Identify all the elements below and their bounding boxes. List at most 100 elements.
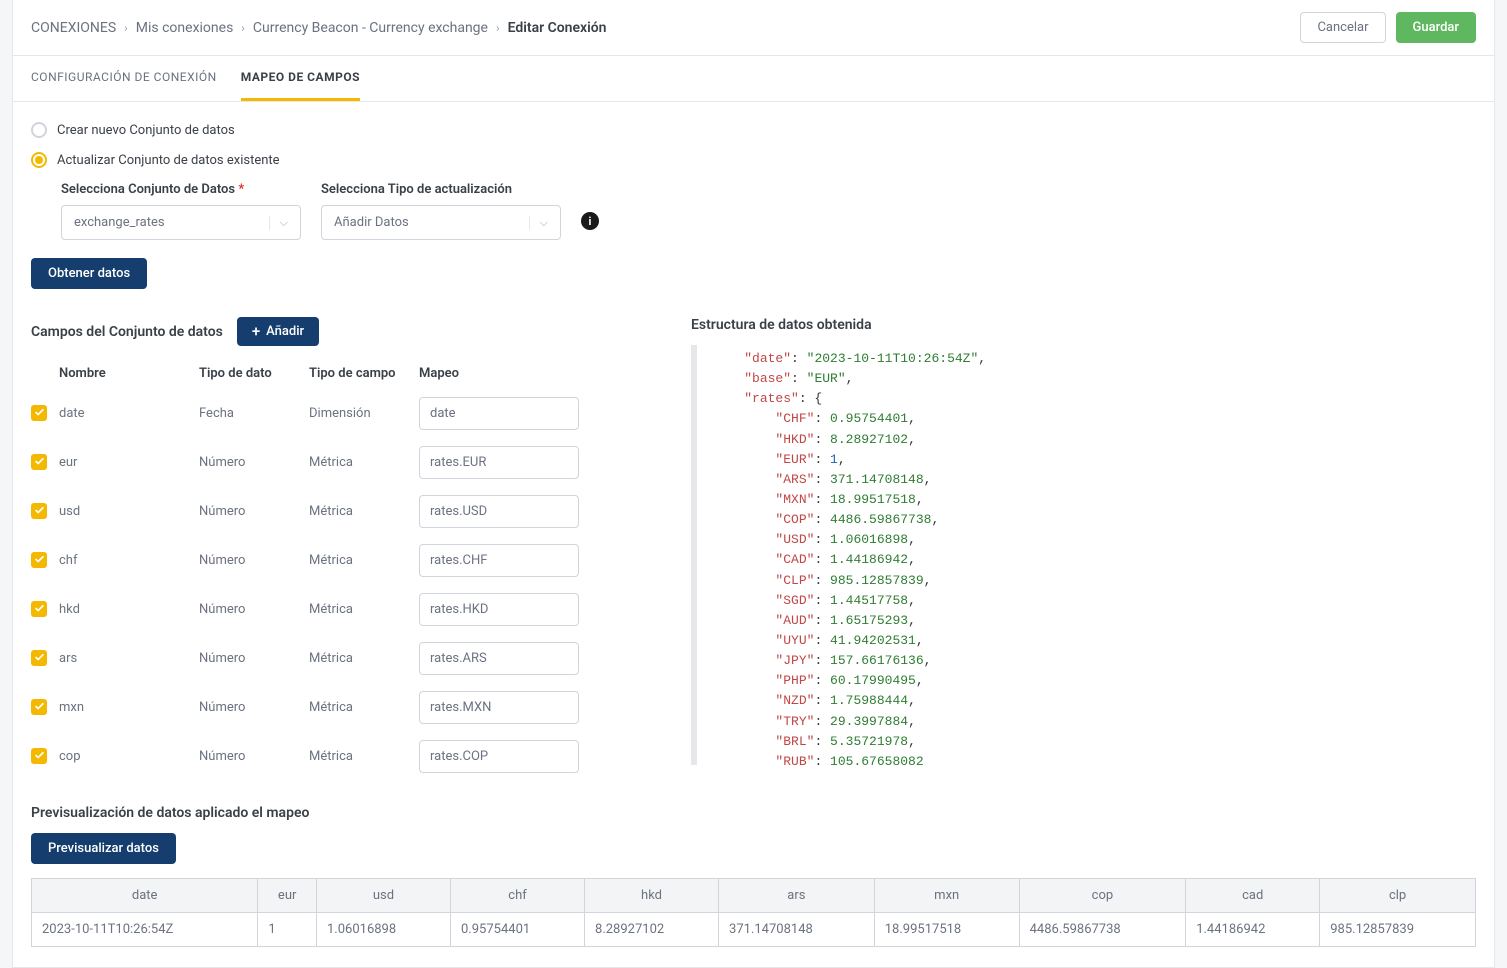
field-row: copNúmeroMétrica (31, 732, 651, 781)
field-datatype: Número (199, 504, 309, 519)
select-update-type-value: Añadir Datos (334, 215, 409, 230)
field-fieldtype: Métrica (309, 700, 419, 715)
field-row: hkdNúmeroMétrica (31, 585, 651, 634)
field-fieldtype: Métrica (309, 602, 419, 617)
field-mapping-input[interactable] (419, 544, 579, 577)
preview-col-header: mxn (874, 879, 1019, 913)
breadcrumb-current: Editar Conexión (508, 20, 607, 36)
select-update-type[interactable]: Añadir Datos ⌵ (321, 205, 561, 240)
field-datatype: Número (199, 651, 309, 666)
preview-cell: 0.95754401 (451, 913, 585, 947)
field-row: eurNúmeroMétrica (31, 438, 651, 487)
field-name: chf (59, 553, 199, 568)
preview-data-button[interactable]: Previsualizar datos (31, 833, 176, 864)
structure-section-title: Estructura de datos obtenida (691, 317, 872, 333)
field-fieldtype: Métrica (309, 504, 419, 519)
col-fieldtype: Tipo de campo (309, 366, 419, 381)
field-name: mxn (59, 700, 199, 715)
field-checkbox[interactable] (31, 650, 47, 666)
field-row: usdNúmeroMétrica (31, 487, 651, 536)
json-structure-panel[interactable]: "date": "2023-10-11T10:26:54Z", "base": … (691, 345, 1476, 765)
plus-icon: + (252, 324, 260, 339)
preview-table: dateeurusdchfhkdarsmxncopcadclp 2023-10-… (31, 878, 1476, 947)
field-fieldtype: Métrica (309, 651, 419, 666)
field-name: eur (59, 455, 199, 470)
radio-create-label: Crear nuevo Conjunto de datos (57, 123, 235, 138)
field-fieldtype: Métrica (309, 553, 419, 568)
preview-cell: 985.12857839 (1320, 913, 1476, 947)
field-fieldtype: Métrica (309, 749, 419, 764)
field-datatype: Número (199, 700, 309, 715)
preview-cell: 371.14708148 (719, 913, 875, 947)
field-name: usd (59, 504, 199, 519)
field-datatype: Número (199, 749, 309, 764)
chevron-right-icon: › (241, 21, 245, 35)
field-mapping-input[interactable] (419, 397, 579, 430)
get-data-button[interactable]: Obtener datos (31, 258, 147, 289)
field-mapping-input[interactable] (419, 740, 579, 773)
radio-update-label: Actualizar Conjunto de datos existente (57, 153, 280, 168)
field-name: cop (59, 749, 199, 764)
fields-section-title: Campos del Conjunto de datos (31, 324, 223, 340)
cancel-button[interactable]: Cancelar (1300, 12, 1385, 43)
field-mapping-input[interactable] (419, 691, 579, 724)
breadcrumb-level1[interactable]: Mis conexiones (136, 20, 234, 36)
add-field-button[interactable]: + Añadir (237, 317, 319, 346)
preview-col-header: usd (316, 879, 450, 913)
field-checkbox[interactable] (31, 405, 47, 421)
radio-update-dataset[interactable] (31, 152, 47, 168)
select-dataset[interactable]: exchange_rates ⌵ (61, 205, 301, 240)
field-name: hkd (59, 602, 199, 617)
preview-col-header: date (32, 879, 258, 913)
preview-cell: 1 (258, 913, 317, 947)
field-datatype: Número (199, 455, 309, 470)
select-update-type-label: Selecciona Tipo de actualización (321, 182, 561, 197)
field-mapping-input[interactable] (419, 495, 579, 528)
field-fieldtype: Dimensión (309, 406, 419, 421)
chevron-down-icon: ⌵ (269, 216, 288, 230)
tab-config[interactable]: CONFIGURACIÓN DE CONEXIÓN (31, 56, 217, 101)
radio-create-dataset[interactable] (31, 122, 47, 138)
save-button[interactable]: Guardar (1396, 12, 1477, 43)
preview-cell: 1.06016898 (316, 913, 450, 947)
field-checkbox[interactable] (31, 748, 47, 764)
col-datatype: Tipo de dato (199, 366, 309, 381)
preview-col-header: cad (1186, 879, 1320, 913)
info-icon[interactable]: i (581, 212, 599, 230)
field-checkbox[interactable] (31, 601, 47, 617)
preview-col-header: cop (1019, 879, 1186, 913)
preview-col-header: clp (1320, 879, 1476, 913)
col-name: Nombre (59, 366, 199, 381)
select-dataset-label: Selecciona Conjunto de Datos * (61, 182, 301, 197)
field-datatype: Número (199, 553, 309, 568)
preview-section-title: Previsualización de datos aplicado el ma… (31, 805, 309, 821)
field-row: arsNúmeroMétrica (31, 634, 651, 683)
field-datatype: Número (199, 602, 309, 617)
breadcrumb: CONEXIONES › Mis conexiones › Currency B… (31, 20, 607, 36)
field-name: ars (59, 651, 199, 666)
chevron-right-icon: › (496, 21, 500, 35)
field-fieldtype: Métrica (309, 455, 419, 470)
preview-cell: 1.44186942 (1186, 913, 1320, 947)
field-datatype: Fecha (199, 406, 309, 421)
breadcrumb-root[interactable]: CONEXIONES (31, 20, 116, 36)
field-mapping-input[interactable] (419, 642, 579, 675)
tab-mapping[interactable]: MAPEO DE CAMPOS (241, 56, 360, 101)
preview-col-header: eur (258, 879, 317, 913)
preview-cell: 8.28927102 (585, 913, 719, 947)
field-row: dateFechaDimensión (31, 389, 651, 438)
chevron-down-icon: ⌵ (529, 216, 548, 230)
field-checkbox[interactable] (31, 552, 47, 568)
col-mapping: Mapeo (419, 366, 589, 381)
preview-cell: 18.99517518 (874, 913, 1019, 947)
preview-col-header: hkd (585, 879, 719, 913)
field-mapping-input[interactable] (419, 593, 579, 626)
field-checkbox[interactable] (31, 454, 47, 470)
preview-cell: 2023-10-11T10:26:54Z (32, 913, 258, 947)
field-mapping-input[interactable] (419, 446, 579, 479)
preview-col-header: chf (451, 879, 585, 913)
preview-cell: 4486.59867738 (1019, 913, 1186, 947)
field-checkbox[interactable] (31, 503, 47, 519)
field-checkbox[interactable] (31, 699, 47, 715)
breadcrumb-level2[interactable]: Currency Beacon - Currency exchange (253, 20, 488, 36)
